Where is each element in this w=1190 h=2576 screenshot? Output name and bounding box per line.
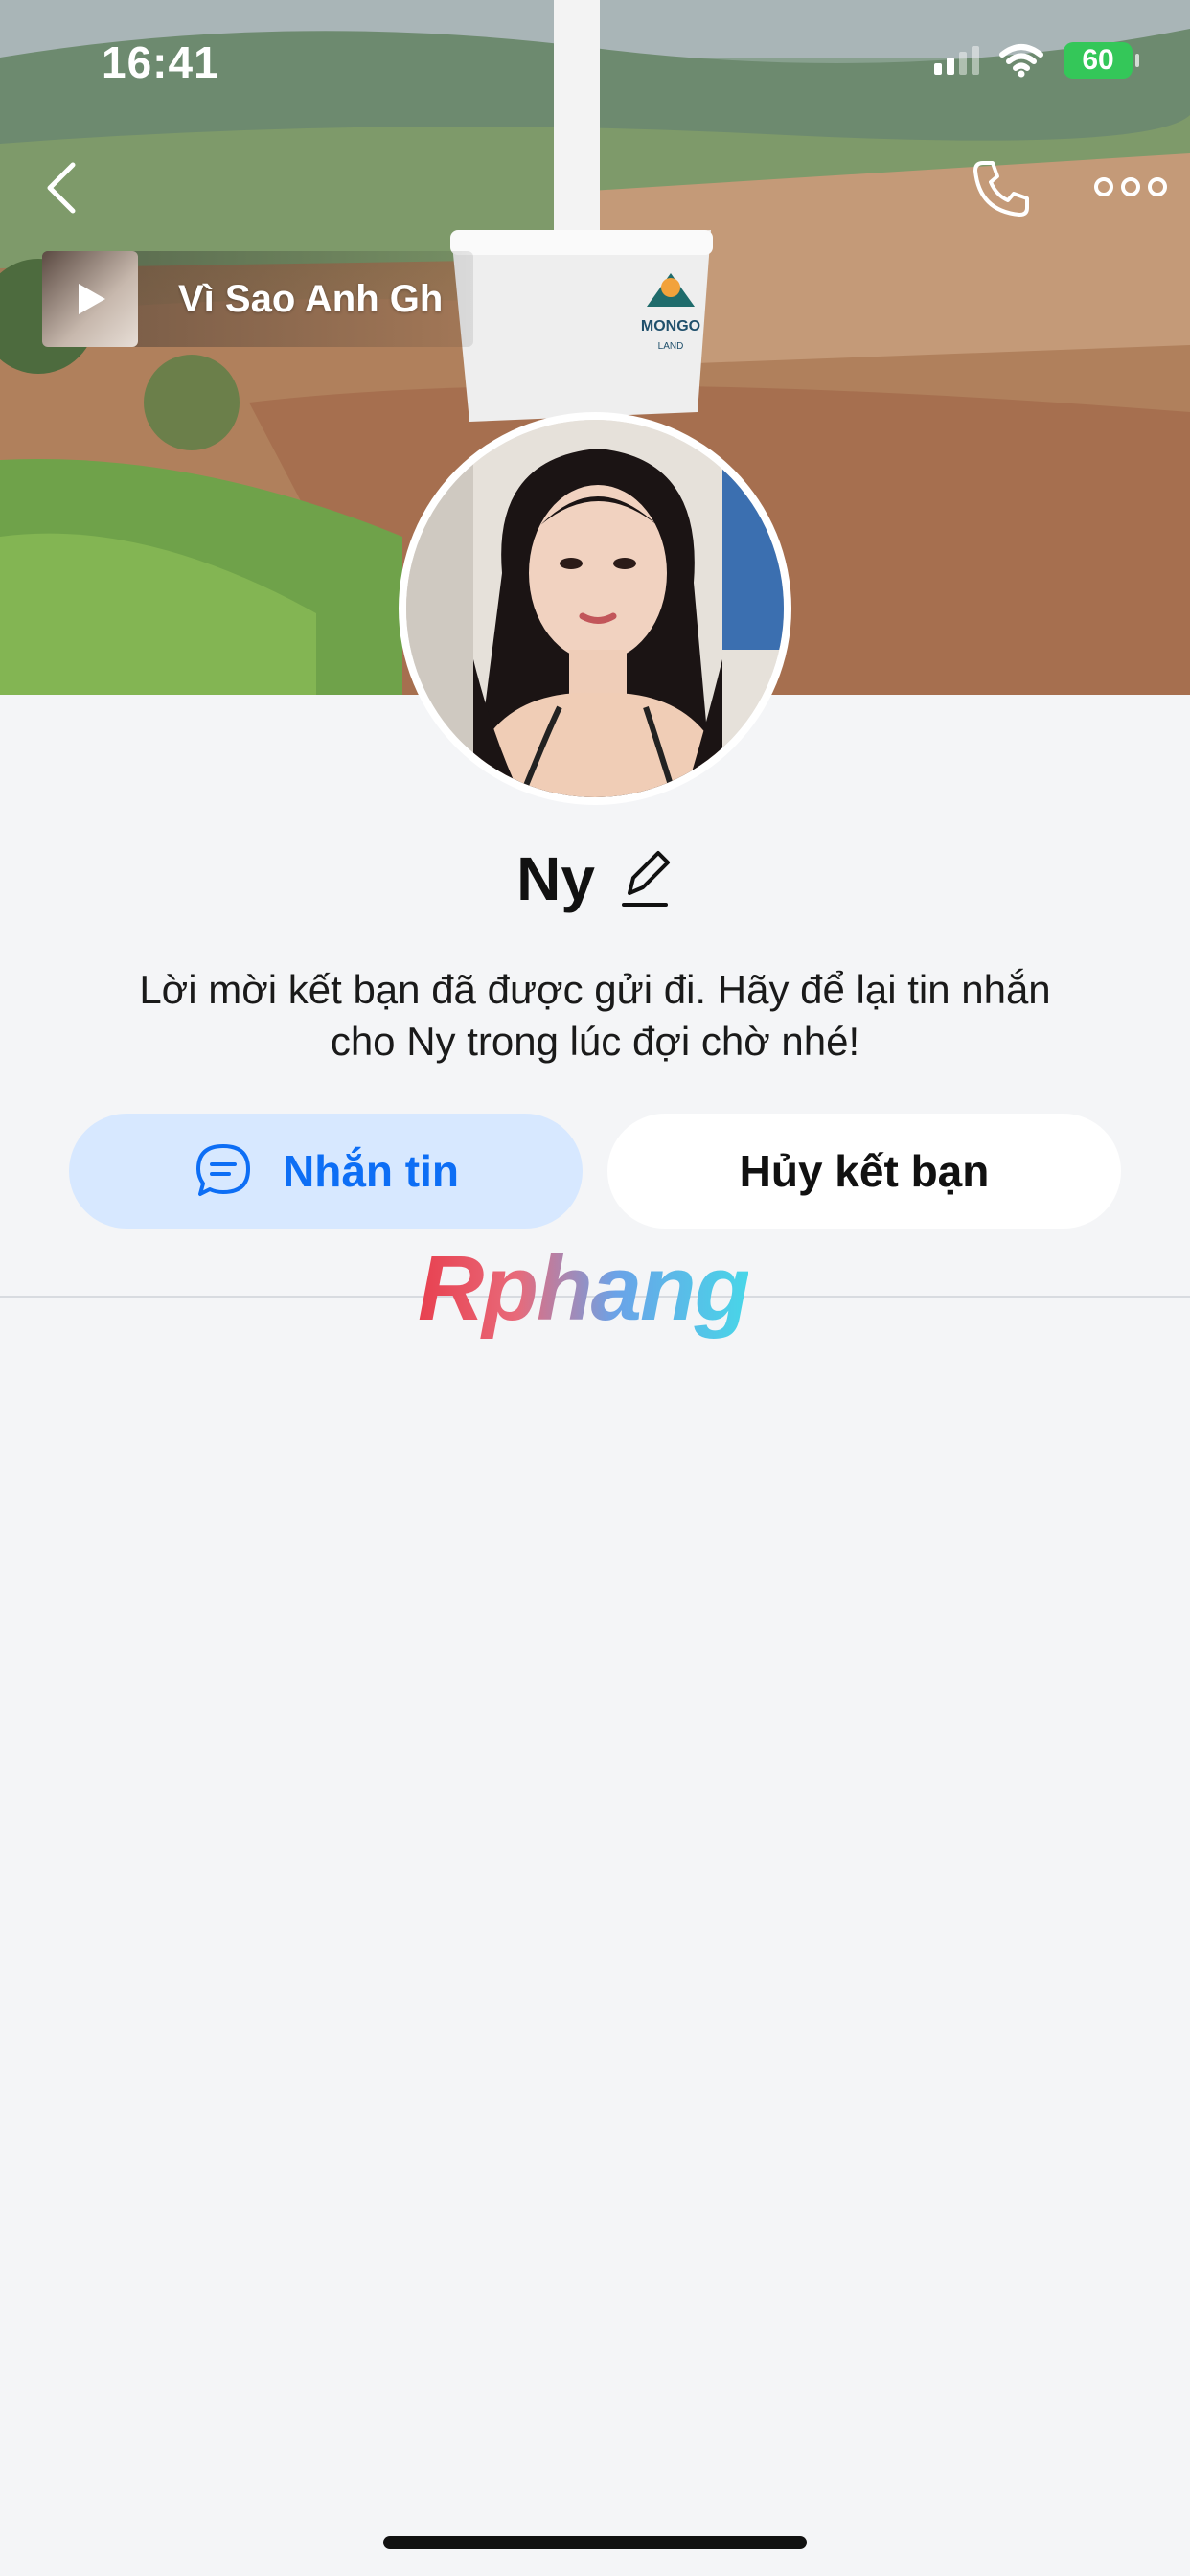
home-indicator[interactable] (383, 2536, 807, 2549)
notice-line-2: cho Ny trong lúc đợi chờ nhé! (330, 1019, 860, 1064)
cup-sub-text: LAND (658, 341, 684, 352)
friend-request-notice: Lời mời kết bạn đã được gửi đi. Hãy để l… (57, 964, 1133, 1068)
battery-level: 60 (1082, 44, 1114, 76)
avatar-photo (406, 420, 784, 797)
avatar[interactable] (399, 412, 791, 805)
profile-music-bar[interactable]: Vì Sao Anh Gh (42, 251, 473, 347)
wifi-icon (999, 44, 1043, 78)
cancel-friend-request-button[interactable]: Hủy kết bạn (607, 1114, 1121, 1229)
watermark-logo: Rphang (418, 1237, 750, 1340)
more-icon[interactable] (1092, 172, 1169, 201)
edit-icon[interactable] (616, 845, 674, 912)
phone-icon[interactable] (968, 155, 1035, 222)
profile-name: Ny (516, 844, 595, 913)
message-icon (196, 1144, 250, 1196)
profile-name-row: Ny (0, 843, 1190, 914)
music-thumbnail[interactable] (42, 251, 138, 347)
message-button[interactable]: Nhắn tin (69, 1114, 583, 1229)
battery-icon: 60 (1064, 42, 1139, 79)
play-icon[interactable] (71, 280, 109, 318)
message-button-label: Nhắn tin (283, 1146, 459, 1196)
back-icon[interactable] (38, 159, 86, 217)
cancel-button-label: Hủy kết bạn (739, 1146, 990, 1196)
music-title: Vì Sao Anh Gh (178, 277, 444, 320)
avatar-portrait (406, 420, 784, 797)
signal-icon (934, 46, 979, 75)
status-time: 16:41 (102, 37, 219, 87)
cup-brand-text: MONGO (641, 318, 700, 334)
status-icons: 60 (934, 42, 1139, 79)
notice-line-1: Lời mời kết bạn đã được gửi đi. Hãy để l… (139, 967, 1051, 1012)
